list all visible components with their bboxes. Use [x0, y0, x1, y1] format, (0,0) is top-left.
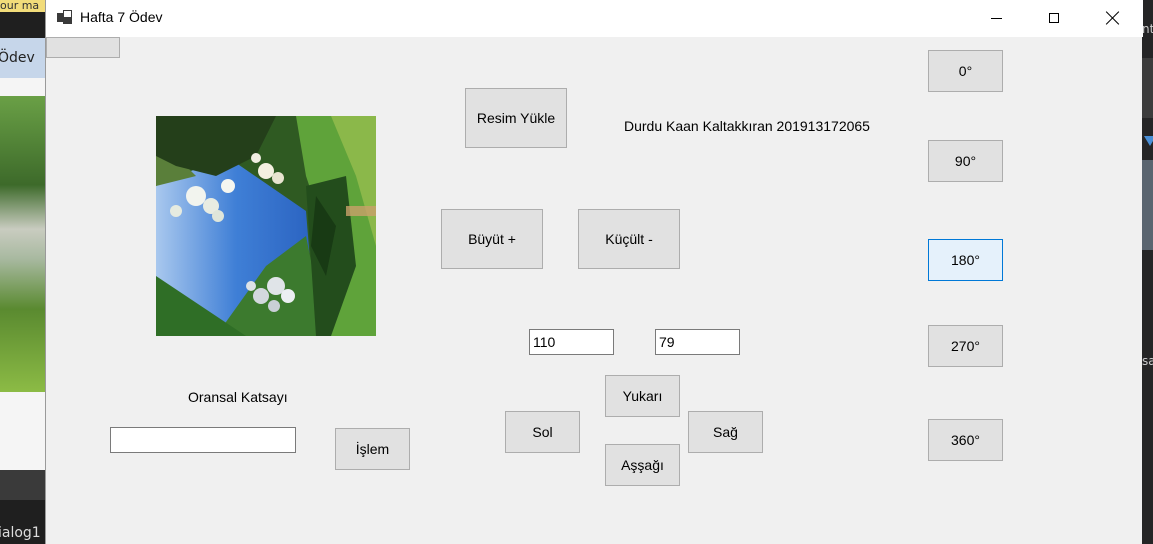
move-down-button[interactable]: Aşşağı [605, 444, 680, 486]
rotate-270-button[interactable]: 270° [928, 325, 1003, 367]
background-right-text-1: nt [1142, 22, 1153, 36]
maximize-icon [1049, 13, 1059, 23]
menu-strip[interactable] [46, 37, 120, 58]
form-window: Hafta 7 Ödev Resim Yükle Durdu Kaan Kalt… [45, 0, 1143, 544]
move-left-button[interactable]: Sol [505, 411, 580, 453]
background-right-panel [1142, 58, 1153, 118]
background-image [0, 96, 45, 392]
title-bar[interactable]: Hafta 7 Ödev [46, 0, 1143, 37]
maximize-button[interactable] [1025, 0, 1083, 36]
background-tab[interactable]: Ödev [0, 38, 45, 78]
minimize-button[interactable] [967, 0, 1025, 36]
width-field[interactable] [529, 329, 614, 355]
background-right-text-2: sa [1142, 354, 1153, 368]
background-text-top: our ma [0, 0, 45, 12]
background-window-left: our ma Ödev ialog1 [0, 0, 45, 544]
window-title: Hafta 7 Ödev [80, 9, 163, 25]
close-button[interactable] [1084, 0, 1142, 36]
background-right-block [1142, 160, 1153, 250]
picture-image [156, 116, 376, 336]
rotate-0-button[interactable]: 0° [928, 50, 1003, 92]
triangle-down-icon[interactable] [1144, 136, 1153, 146]
background-text-bottom: ialog1 [0, 525, 41, 541]
shrink-button[interactable]: Küçült - [578, 209, 680, 269]
ratio-field[interactable] [110, 427, 296, 453]
move-right-button[interactable]: Sağ [688, 411, 763, 453]
rotate-90-button[interactable]: 90° [928, 140, 1003, 182]
close-icon [1106, 11, 1120, 25]
author-label: Durdu Kaan Kaltakkıran 201913172065 [624, 118, 870, 134]
load-image-button[interactable]: Resim Yükle [465, 88, 567, 148]
height-field[interactable] [655, 329, 740, 355]
enlarge-button[interactable]: Büyüt + [441, 209, 543, 269]
move-up-button[interactable]: Yukarı [605, 375, 680, 417]
ratio-label: Oransal Katsayı [188, 389, 288, 405]
rotate-360-button[interactable]: 360° [928, 419, 1003, 461]
form-icon [57, 10, 73, 26]
picture-box [156, 116, 376, 336]
background-window-right: nt sa [1142, 0, 1153, 544]
process-button[interactable]: İşlem [335, 428, 410, 470]
minimize-icon [990, 17, 1002, 19]
form-client-area: Resim Yükle Durdu Kaan Kaltakkıran 20191… [46, 37, 1143, 544]
background-strip [0, 470, 45, 500]
rotate-180-button[interactable]: 180° [928, 239, 1003, 281]
